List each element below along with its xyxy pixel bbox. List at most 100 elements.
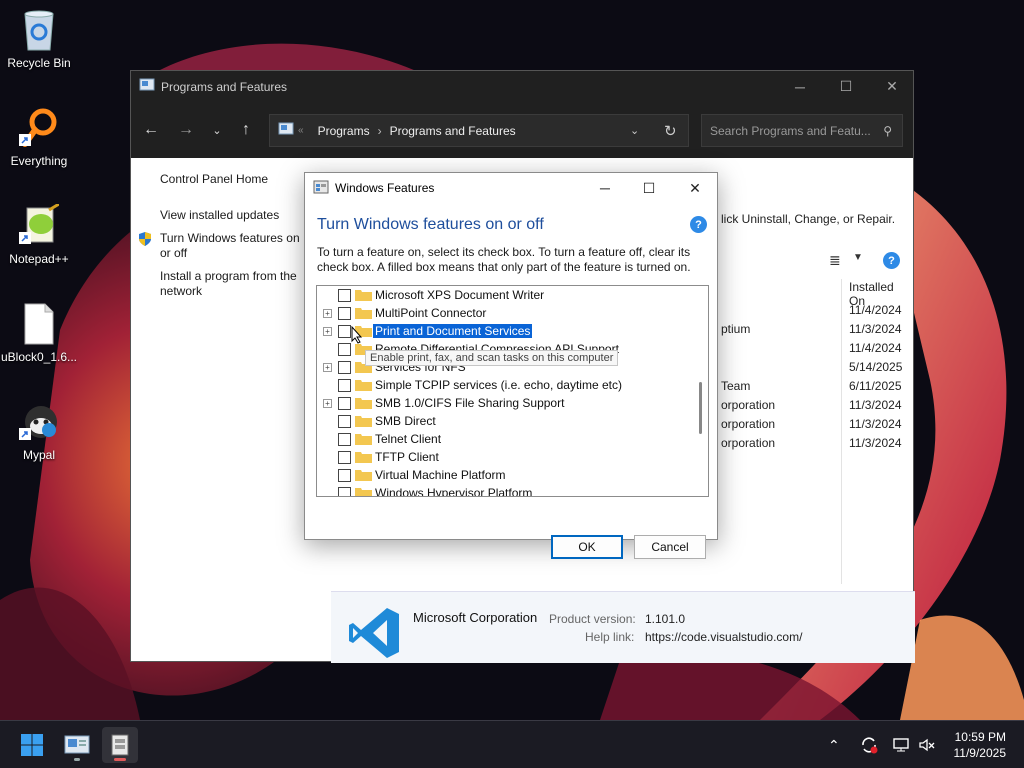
- feature-checkbox[interactable]: [338, 396, 351, 410]
- desktop-icon-everything[interactable]: Everything: [0, 106, 78, 168]
- view-installed-updates-link[interactable]: View installed updates: [160, 208, 279, 223]
- windows-features-icon: [111, 734, 129, 756]
- cancel-button[interactable]: Cancel: [634, 535, 706, 559]
- table-row-date: 11/4/2024: [849, 341, 902, 355]
- overflow-chevron-icon[interactable]: «: [298, 125, 304, 136]
- table-row-date: 11/3/2024: [849, 436, 902, 450]
- folder-icon: [355, 290, 372, 301]
- dialog-title: Windows Features: [335, 181, 435, 195]
- table-row-publisher: orporation: [721, 417, 776, 431]
- feature-checkbox[interactable]: [338, 378, 351, 392]
- list-item-selected[interactable]: + Print and Document Services: [317, 322, 687, 340]
- clock-time: 10:59 PM: [954, 730, 1006, 744]
- sync-icon: [862, 737, 878, 754]
- taskbar-clock[interactable]: 10:59 PM 11/9/2025: [954, 729, 1007, 761]
- table-row-publisher: orporation: [721, 436, 776, 450]
- view-dropdown-icon[interactable]: ▼: [853, 252, 863, 263]
- chevron-up-icon: ⌃: [828, 736, 840, 753]
- ok-button[interactable]: OK: [551, 535, 623, 559]
- close-button[interactable]: ✕: [869, 71, 915, 102]
- help-link-label: Help link:: [585, 630, 635, 644]
- table-row-publisher: orporation: [721, 398, 776, 412]
- feature-label: Microsoft XPS Document Writer: [375, 288, 545, 302]
- features-tree[interactable]: Microsoft XPS Document Writer + MultiPoi…: [316, 285, 709, 497]
- feature-checkbox[interactable]: [338, 468, 351, 482]
- start-button[interactable]: [14, 727, 50, 763]
- search-input[interactable]: Search Programs and Featu... ⚲: [701, 114, 903, 147]
- tree-scrollbar-thumb[interactable]: [699, 382, 702, 434]
- tray-network-icon[interactable]: [892, 721, 910, 768]
- refresh-icon[interactable]: ↻: [664, 122, 677, 140]
- file-icon: [19, 302, 59, 346]
- feature-checkbox[interactable]: [338, 486, 351, 496]
- view-options-icon[interactable]: ≣: [829, 252, 841, 269]
- address-dropdown-chevron-icon[interactable]: ⌄: [630, 124, 639, 137]
- tray-volume-icon[interactable]: [918, 721, 936, 768]
- folder-icon: [355, 308, 372, 319]
- desktop-icon-mypal[interactable]: Mypal: [0, 400, 78, 462]
- back-arrow-icon[interactable]: ←: [139, 118, 163, 142]
- network-icon: [893, 738, 909, 752]
- list-item[interactable]: Virtual Machine Platform: [317, 466, 687, 484]
- breadcrumb-programs[interactable]: Programs: [318, 124, 370, 138]
- taskbar-windows-features[interactable]: [102, 727, 138, 763]
- list-item[interactable]: SMB Direct: [317, 412, 687, 430]
- show-hidden-icons-chevron[interactable]: ⌃: [828, 721, 840, 768]
- feature-label: TFTP Client: [375, 450, 439, 464]
- tray-update-icon[interactable]: [860, 721, 878, 768]
- breadcrumb-programs-and-features[interactable]: Programs and Features: [390, 124, 516, 138]
- expand-icon[interactable]: +: [323, 326, 332, 336]
- list-item[interactable]: + MultiPoint Connector: [317, 304, 687, 322]
- list-item[interactable]: Simple TCPIP services (i.e. echo, daytim…: [317, 376, 687, 394]
- table-row-date: 11/3/2024: [849, 322, 902, 336]
- expand-icon[interactable]: +: [323, 308, 332, 318]
- expand-icon[interactable]: +: [323, 362, 332, 372]
- feature-checkbox[interactable]: [338, 360, 351, 374]
- feature-checkbox[interactable]: [338, 450, 351, 464]
- list-item[interactable]: Windows Hypervisor Platform: [317, 484, 687, 496]
- recent-locations-chevron-icon[interactable]: ⌄: [205, 118, 229, 142]
- table-row-date: 11/3/2024: [849, 417, 902, 431]
- turn-windows-features-link[interactable]: Turn Windows features on or off: [160, 231, 310, 261]
- feature-checkbox[interactable]: [338, 414, 351, 428]
- feature-checkbox[interactable]: [338, 342, 351, 356]
- install-from-network-link[interactable]: Install a program from the network: [160, 269, 310, 299]
- help-link-value[interactable]: https://code.visualstudio.com/: [645, 630, 802, 644]
- desktop-icon-recycle-bin[interactable]: Recycle Bin: [0, 8, 78, 70]
- feature-checkbox[interactable]: [338, 288, 351, 302]
- magnifier-icon: [19, 106, 59, 150]
- window-title: Programs and Features: [161, 79, 288, 94]
- help-icon[interactable]: ?: [690, 216, 707, 233]
- windows-features-dialog: Windows Features ─ ☐ ✕ Turn Windows feat…: [304, 172, 718, 559]
- taskbar-control-panel[interactable]: [59, 727, 95, 763]
- forward-arrow-icon[interactable]: →: [174, 118, 198, 142]
- search-placeholder: Search Programs and Featu...: [710, 123, 871, 138]
- desktop-icon-label: Everything: [10, 154, 68, 168]
- product-version-label: Product version:: [549, 612, 636, 626]
- list-item[interactable]: + SMB 1.0/CIFS File Sharing Support: [317, 394, 687, 412]
- desktop-icon-ublock[interactable]: uBlock0_1.6...: [0, 302, 78, 364]
- control-panel-home-link[interactable]: Control Panel Home: [160, 172, 268, 187]
- window-titlebar[interactable]: Programs and Features ─ ☐ ✕: [131, 71, 913, 102]
- help-icon[interactable]: ?: [883, 252, 900, 269]
- folder-icon: [355, 452, 372, 463]
- details-pane: Microsoft Corporation Product version: 1…: [331, 591, 915, 663]
- navigation-bar: ← → ⌄ ↑ « Programs › Programs and Featur…: [131, 102, 913, 158]
- minimize-button[interactable]: ─: [777, 71, 823, 102]
- list-item[interactable]: Telnet Client: [317, 430, 687, 448]
- desktop-icon-notepadpp[interactable]: Notepad++: [0, 202, 78, 266]
- feature-checkbox[interactable]: [338, 432, 351, 446]
- dialog-close-button[interactable]: ✕: [672, 173, 718, 203]
- dialog-titlebar[interactable]: Windows Features ─ ☐ ✕: [305, 173, 717, 203]
- feature-checkbox[interactable]: [338, 306, 351, 320]
- list-item[interactable]: TFTP Client: [317, 448, 687, 466]
- expand-icon[interactable]: +: [323, 398, 332, 408]
- address-bar[interactable]: « Programs › Programs and Features ⌄ ↻: [269, 114, 689, 147]
- clock-date: 11/9/2025: [953, 746, 1007, 760]
- list-item[interactable]: Microsoft XPS Document Writer: [317, 286, 687, 304]
- maximize-button[interactable]: ☐: [823, 71, 869, 102]
- dialog-maximize-button[interactable]: ☐: [626, 173, 672, 203]
- feature-checkbox[interactable]: [338, 324, 351, 338]
- dialog-minimize-button[interactable]: ─: [582, 173, 628, 203]
- up-arrow-icon[interactable]: ↑: [234, 118, 258, 142]
